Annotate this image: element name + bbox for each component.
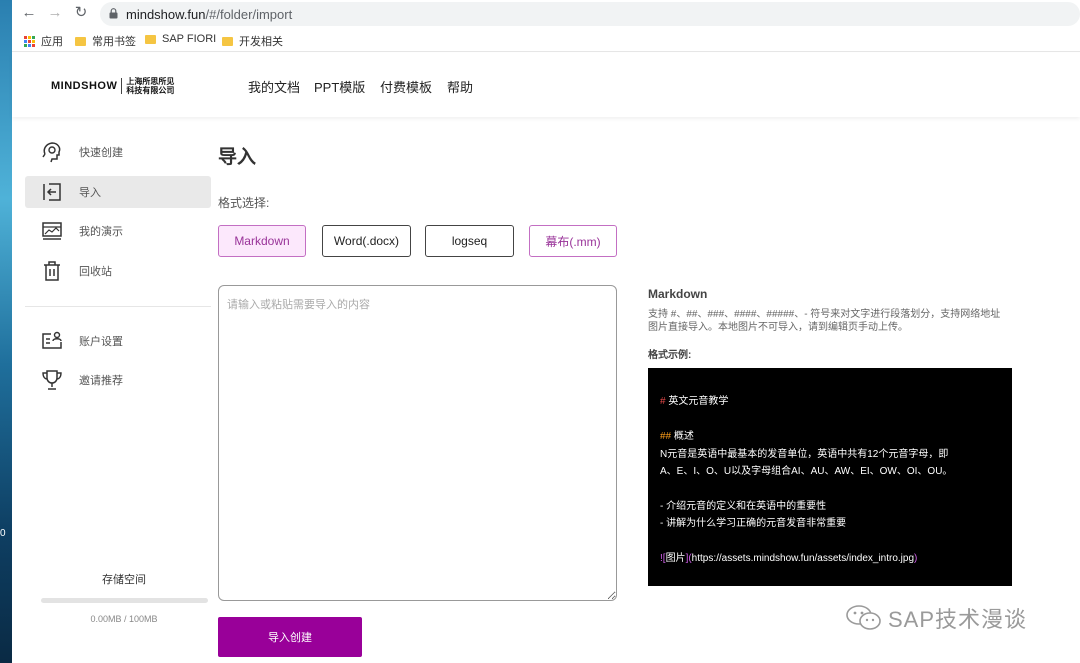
- trophy-icon: [42, 370, 62, 390]
- bookmark-sap-fiori[interactable]: SAP FIORI: [145, 33, 216, 45]
- h1-text: 英文元音教学: [665, 396, 729, 407]
- forward-arrow-icon[interactable]: →: [46, 5, 64, 21]
- folder-icon: [145, 34, 156, 44]
- folder-icon: [75, 36, 86, 46]
- bookmark-apps[interactable]: 应用: [24, 33, 63, 49]
- reload-icon[interactable]: ↻: [72, 5, 90, 21]
- example-paragraph-line2: A、E、I、O、U以及字母组合AI、AU、AW、EI、OW、OI、OU。: [660, 466, 953, 477]
- example-h2-line: ## 概述: [660, 427, 694, 442]
- bookmarks-bar: 应用 常用书签 SAP FIORI 开发相关: [12, 28, 1080, 52]
- nav-paid-templates[interactable]: 付费模板: [380, 77, 432, 96]
- site-logo[interactable]: MINDSHOW 上海所思所见 科技有限公司: [51, 77, 174, 95]
- bookmark-label: 应用: [41, 36, 63, 48]
- watermark-text: SAP技术漫谈: [888, 607, 1028, 632]
- bookmark-dev[interactable]: 开发相关: [222, 33, 283, 49]
- sidebar-item-account-settings[interactable]: 账户设置: [25, 325, 211, 357]
- trash-icon: [44, 261, 60, 281]
- sidebar-item-label: 我的演示: [79, 226, 123, 238]
- watermark: SAP技术漫谈: [844, 602, 1027, 634]
- address-bar-row: ← → ↻ mindshow.fun/#/folder/import: [12, 0, 1080, 28]
- img-alt: 图片: [665, 553, 686, 564]
- example-bullet1: - 介绍元音的定义和在英语中的重要性: [660, 501, 827, 512]
- format-info-description: 支持 #、##、###、####、#####、- 符号来对文字进行段落划分，支持…: [648, 309, 1001, 333]
- storage-value: 0.00MB / 100MB: [90, 614, 158, 624]
- logo-company-line2: 科技有限公司: [126, 86, 175, 95]
- format-word-button[interactable]: Word(.docx): [322, 225, 411, 257]
- url-path: /#/folder/import: [205, 7, 293, 22]
- h2-text: 概述: [671, 431, 694, 442]
- sidebar-item-import[interactable]: 导入: [25, 176, 211, 208]
- account-icon: [42, 331, 62, 349]
- import-content-input[interactable]: [218, 285, 617, 601]
- sidebar-item-label: 账户设置: [79, 336, 123, 348]
- bookmark-common[interactable]: 常用书签: [75, 33, 136, 49]
- logo-divider: [121, 78, 123, 94]
- sidebar-item-my-presentations[interactable]: 我的演示: [25, 215, 211, 247]
- import-create-button[interactable]: 导入创建: [218, 617, 362, 657]
- url-host: mindshow.fun: [126, 7, 206, 22]
- storage-title: 存储空间: [102, 574, 146, 586]
- sidebar: 快速创建 导入 我的演示 回收站 账户设置 邀请推荐 存储空间 0.00MB /…: [12, 118, 212, 663]
- bookmark-label: SAP FIORI: [162, 33, 217, 45]
- lock-icon: [109, 8, 118, 19]
- format-logseq-button[interactable]: logseq: [425, 225, 514, 257]
- example-paragraph-line1: N元音是英语中最基本的发音单位，英语中共有12个元音字母，即: [660, 449, 949, 460]
- import-icon: [43, 183, 61, 201]
- presentation-icon: [42, 222, 62, 240]
- folder-icon: [222, 36, 233, 46]
- logo-company: 上海所思所见 科技有限公司: [126, 77, 174, 95]
- site-header: MINDSHOW 上海所思所见 科技有限公司 我的文档 PPT模版 付费模板 帮…: [12, 53, 1080, 117]
- sidebar-item-label: 邀请推荐: [79, 375, 123, 387]
- bookmark-label: 开发相关: [239, 36, 283, 48]
- page-title: 导入: [218, 147, 257, 168]
- sidebar-item-label: 导入: [79, 187, 101, 199]
- sidebar-item-recycle-bin[interactable]: 回收站: [25, 255, 211, 287]
- nav-ppt-templates[interactable]: PPT模版: [314, 77, 365, 96]
- sidebar-item-label: 回收站: [79, 266, 112, 278]
- wechat-icon: [846, 605, 881, 630]
- apps-grid-icon: [24, 35, 35, 47]
- format-label: 格式选择:: [218, 196, 270, 210]
- nav-help[interactable]: 帮助: [447, 77, 473, 96]
- format-mubu-button[interactable]: 幕布(.mm): [529, 225, 617, 257]
- brain-icon: [42, 142, 61, 163]
- sidebar-divider: [25, 306, 211, 307]
- back-arrow-icon[interactable]: ←: [20, 5, 38, 21]
- desktop-background: 0: [0, 0, 12, 663]
- example-bullet2: - 讲解为什么学习正确的元音发音非常重要: [660, 518, 847, 529]
- markdown-example-block: # 英文元音教学 ## 概述 N元音是英语中最基本的发音单位，英语中共有12个元…: [648, 368, 1012, 586]
- url-text: mindshow.fun/#/folder/import: [126, 7, 292, 22]
- storage-progress-bar: [41, 598, 208, 603]
- bookmark-label: 常用书签: [92, 36, 136, 48]
- sidebar-item-quick-create[interactable]: 快速创建: [25, 136, 211, 168]
- h2-marker: ##: [660, 431, 672, 442]
- img-url: https://assets.mindshow.fun/assets/index…: [691, 553, 915, 564]
- example-image-line: ![图片](https://assets.mindshow.fun/assets…: [660, 549, 917, 564]
- format-info-title: Markdown: [648, 287, 708, 301]
- example-h1-line: # 英文元音教学: [660, 392, 728, 407]
- format-markdown-button[interactable]: Markdown: [218, 225, 306, 257]
- sidebar-item-label: 快速创建: [79, 147, 123, 159]
- url-field[interactable]: mindshow.fun/#/folder/import: [100, 2, 1080, 26]
- sidebar-item-invite[interactable]: 邀请推荐: [25, 364, 211, 396]
- format-example-label: 格式示例:: [648, 350, 692, 361]
- nav-my-documents[interactable]: 我的文档: [248, 77, 300, 96]
- img-close: ): [914, 553, 918, 564]
- logo-company-line1: 上海所思所见: [126, 77, 175, 86]
- logo-text: MINDSHOW: [51, 80, 118, 92]
- desktop-edge-number: 0: [0, 528, 6, 539]
